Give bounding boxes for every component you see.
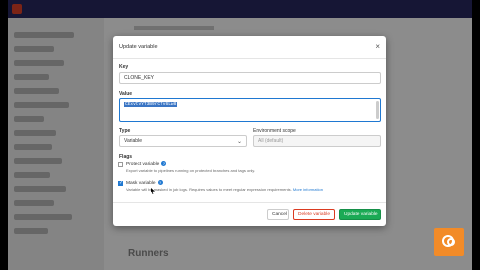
key-input-value: CLONE_KEY — [124, 75, 155, 81]
info-icon[interactable]: ? — [161, 161, 167, 166]
key-label: Key — [119, 64, 129, 70]
protect-variable-flag: Protect variable? Export variable to pip… — [118, 161, 380, 175]
value-textarea[interactable]: CExvtvYT3B9rCfv6Lw8 — [119, 98, 381, 122]
textarea-scrollbar[interactable] — [376, 101, 379, 119]
delete-variable-button[interactable]: Delete variable — [293, 209, 335, 220]
value-selected-text: CExvtvYT3B9rCfv6Lw8 — [124, 102, 178, 107]
mask-flag-title: Mask variable? — [126, 180, 163, 186]
mask-help-text: Variable will be masked in job logs. Req… — [126, 187, 292, 192]
flags-label: Flags — [119, 154, 133, 160]
modal-footer: Cancel Delete variable Update variable — [113, 202, 386, 227]
scope-value: All (default) — [258, 138, 284, 144]
chevron-down-icon: ⌄ — [236, 139, 242, 145]
cancel-button[interactable]: Cancel — [267, 209, 289, 220]
mask-variable-flag: Mask variable? Variable will be masked i… — [118, 180, 380, 194]
close-icon[interactable]: × — [375, 43, 380, 51]
environment-scope-input[interactable]: All (default) — [253, 135, 381, 147]
letterbox-right — [472, 0, 480, 270]
letterbox-left — [0, 0, 8, 270]
mask-help: Variable will be masked in job logs. Req… — [126, 187, 323, 192]
screen: Runners Update variable × Key CLONE_KEY … — [0, 0, 480, 270]
scope-label: Environment scope — [253, 128, 296, 134]
update-variable-modal: Update variable × Key CLONE_KEY Value CE… — [113, 36, 386, 226]
modal-title: Update variable — [119, 44, 158, 50]
mask-checkbox-icon[interactable] — [118, 180, 123, 186]
mask-title-text: Mask variable — [126, 181, 156, 186]
type-select[interactable]: Variable ⌄ — [119, 135, 247, 147]
watermark-logo-icon — [434, 228, 464, 256]
update-variable-button[interactable]: Update variable — [339, 209, 381, 220]
key-input[interactable]: CLONE_KEY — [119, 72, 381, 84]
info-icon[interactable]: ? — [157, 180, 163, 185]
value-label: Value — [119, 91, 133, 97]
protect-help-text: Export variable to pipelines running on … — [126, 168, 256, 173]
protect-checkbox-icon[interactable] — [118, 162, 123, 167]
protect-flag-title: Protect variable? — [126, 161, 167, 167]
modal-header: Update variable × — [113, 36, 386, 59]
more-information-link[interactable]: More information — [293, 187, 323, 192]
watermark-ring — [447, 238, 455, 246]
type-select-value: Variable — [124, 138, 142, 144]
type-label: Type — [119, 128, 131, 134]
protect-title-text: Protect variable — [126, 162, 160, 167]
